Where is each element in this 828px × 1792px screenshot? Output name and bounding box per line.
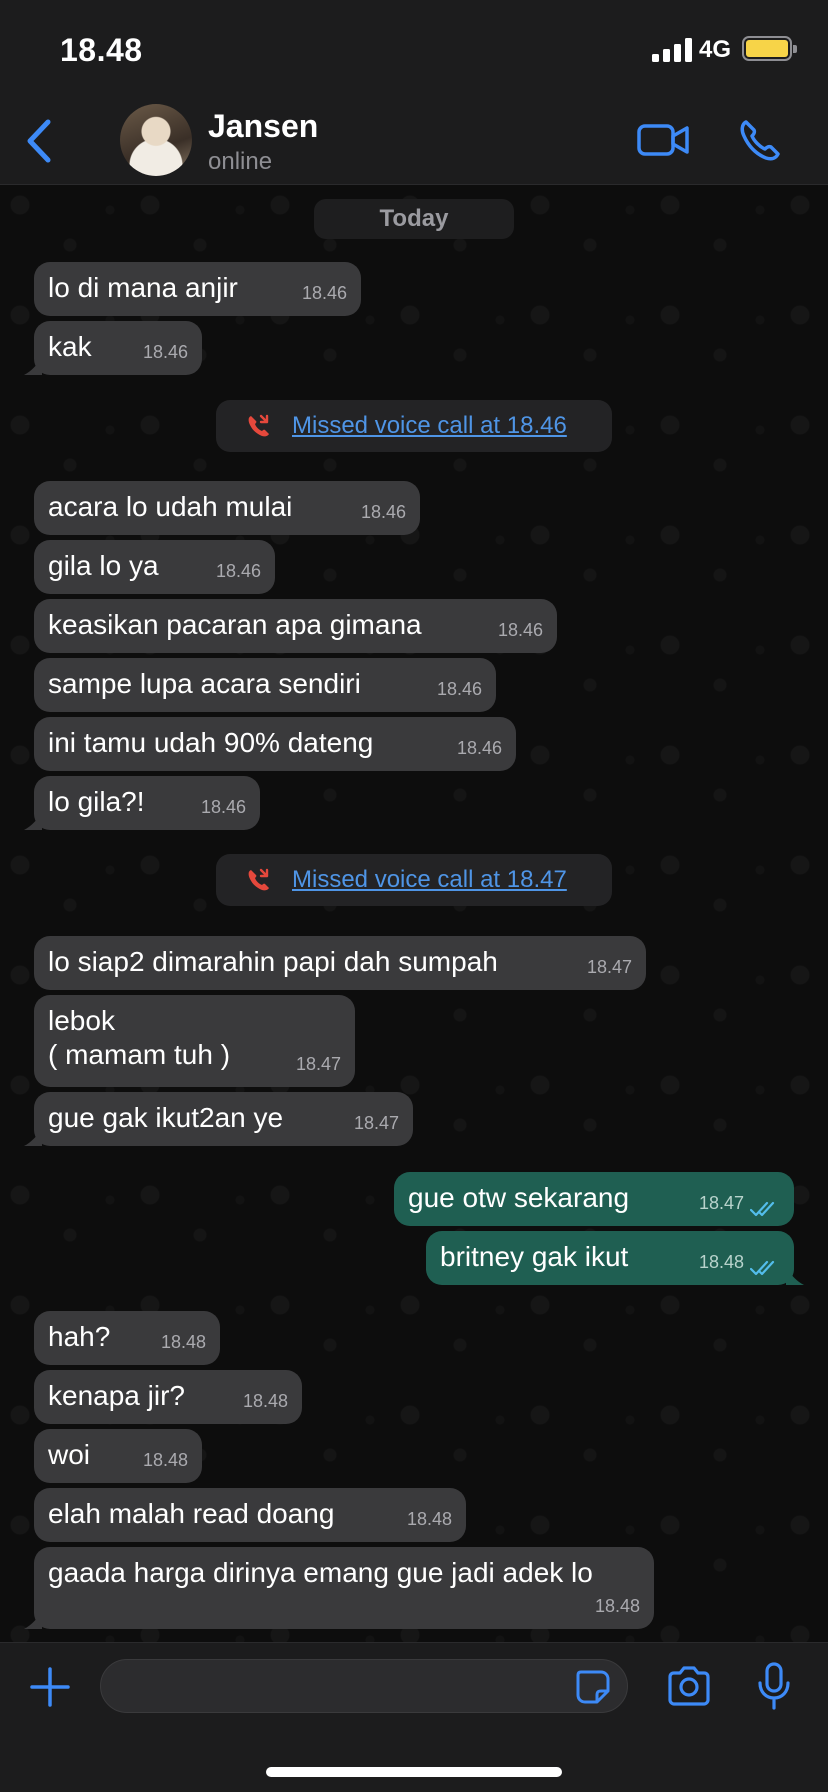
- incoming-message[interactable]: acara lo udah mulai 18.46: [34, 481, 420, 535]
- battery-icon: [742, 36, 797, 61]
- contact-status: online: [208, 148, 273, 175]
- bubble-tail: [24, 1613, 42, 1629]
- signal-icon: [652, 38, 692, 62]
- chevron-left-icon: [27, 119, 51, 163]
- video-camera-icon: [637, 124, 689, 156]
- bubble-tail: [786, 1269, 804, 1285]
- missed-call-icon: [248, 414, 269, 437]
- missed-call-icon: [248, 868, 269, 891]
- message-time: 18.47: [586, 957, 632, 977]
- chat-area[interactable]: Today lo di mana anjir 18.46 kak 18.46 M…: [0, 185, 828, 1642]
- voice-call-button[interactable]: [736, 116, 784, 164]
- sticker-icon: [576, 1670, 610, 1704]
- message-text: sampe lupa acara sendiri: [48, 668, 361, 699]
- camera-button[interactable]: [666, 1665, 712, 1707]
- input-bar: [0, 1642, 828, 1792]
- message-time: 18.46: [215, 561, 261, 581]
- incoming-message[interactable]: ini tamu udah 90% dateng 18.46: [34, 717, 516, 771]
- message-text: acara lo udah mulai: [48, 491, 293, 522]
- message-time: 18.48: [242, 1391, 288, 1411]
- incoming-message[interactable]: gaada harga dirinya emang gue jadi adek …: [24, 1547, 654, 1629]
- message-time: 18.48: [142, 1450, 188, 1470]
- message-text: gaada harga dirinya emang gue jadi adek …: [48, 1557, 593, 1588]
- message-time: 18.48: [594, 1596, 640, 1616]
- video-call-button[interactable]: [636, 118, 692, 162]
- back-button[interactable]: [18, 116, 62, 166]
- message-time: 18.46: [497, 620, 543, 640]
- message-time: 18.47: [353, 1113, 399, 1133]
- double-check-icon: [750, 1260, 775, 1276]
- network-type: 4G: [699, 36, 732, 63]
- message-time: 18.48: [406, 1509, 452, 1529]
- attach-button[interactable]: [28, 1665, 72, 1709]
- message-time: 18.46: [456, 738, 502, 758]
- incoming-message[interactable]: elah malah read doang 18.48: [34, 1488, 466, 1542]
- incoming-message[interactable]: lebok ( mamam tuh ) 18.47: [34, 995, 355, 1087]
- message-text: elah malah read doang: [48, 1498, 335, 1529]
- message-time: 18.46: [301, 283, 347, 303]
- double-check-icon: [750, 1201, 775, 1217]
- message-time: 18.46: [142, 342, 188, 362]
- missed-call-notice[interactable]: Missed voice call at 18.47: [216, 854, 612, 906]
- incoming-message[interactable]: gila lo ya 18.46: [34, 540, 275, 594]
- message-time: 18.48: [698, 1252, 744, 1272]
- message-text: ini tamu udah 90% dateng: [48, 727, 374, 758]
- home-indicator[interactable]: [266, 1767, 562, 1777]
- avatar[interactable]: [120, 104, 192, 176]
- missed-call-notice[interactable]: Missed voice call at 18.46: [216, 400, 612, 452]
- date-separator: Today: [314, 199, 514, 239]
- microphone-icon: [758, 1662, 790, 1710]
- message-time: 18.47: [295, 1054, 341, 1074]
- status-bar: 18.48 4G: [0, 0, 828, 96]
- message-time: 18.47: [698, 1193, 744, 1213]
- plus-icon: [30, 1667, 70, 1707]
- incoming-message[interactable]: lo di mana anjir 18.46: [34, 262, 361, 316]
- message-text: keasikan pacaran apa gimana: [48, 609, 422, 640]
- message-text: gue gak ikut2an ye: [48, 1102, 284, 1133]
- message-time: 18.46: [200, 797, 246, 817]
- sticker-button[interactable]: [575, 1669, 611, 1705]
- outgoing-message[interactable]: gue otw sekarang 18.47: [394, 1172, 794, 1226]
- status-time: 18.48: [60, 32, 143, 68]
- incoming-message[interactable]: lo siap2 dimarahin papi dah sumpah 18.47: [34, 936, 646, 990]
- bubble-tail: [24, 814, 42, 830]
- incoming-message[interactable]: woi 18.48: [34, 1429, 202, 1483]
- incoming-message[interactable]: kenapa jir? 18.48: [34, 1370, 302, 1424]
- contact-name[interactable]: Jansen: [208, 108, 318, 145]
- message-time: 18.46: [436, 679, 482, 699]
- incoming-message[interactable]: hah? 18.48: [34, 1311, 220, 1365]
- missed-call-label[interactable]: Missed voice call at 18.47: [292, 866, 567, 894]
- microphone-button[interactable]: [756, 1661, 792, 1711]
- chat-header: Jansen online: [0, 96, 828, 185]
- incoming-message[interactable]: kak 18.46: [24, 321, 202, 375]
- incoming-message[interactable]: keasikan pacaran apa gimana 18.46: [34, 599, 557, 653]
- camera-icon: [668, 1666, 710, 1706]
- incoming-message[interactable]: lo gila?! 18.46: [24, 776, 260, 830]
- outgoing-message[interactable]: britney gak ikut 18.48: [426, 1231, 804, 1285]
- bubble-tail: [24, 359, 42, 375]
- bubble-tail: [24, 1130, 42, 1146]
- incoming-message[interactable]: gue gak ikut2an ye 18.47: [24, 1092, 413, 1146]
- message-text: lo siap2 dimarahin papi dah sumpah: [48, 946, 498, 977]
- incoming-message[interactable]: sampe lupa acara sendiri 18.46: [34, 658, 496, 712]
- message-time: 18.46: [360, 502, 406, 522]
- missed-call-label[interactable]: Missed voice call at 18.46: [292, 412, 567, 440]
- message-input[interactable]: [100, 1659, 628, 1713]
- phone-icon: [740, 120, 780, 161]
- message-time: 18.48: [160, 1332, 206, 1352]
